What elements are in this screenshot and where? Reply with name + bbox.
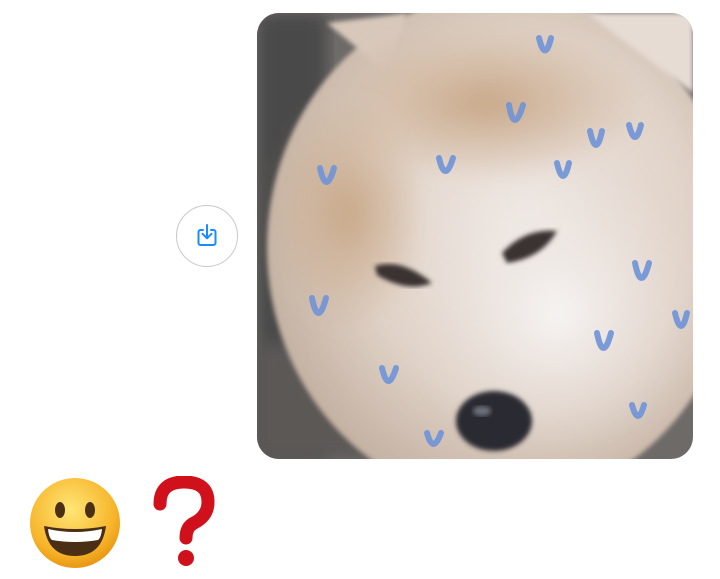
chat-thread bbox=[0, 0, 720, 579]
reply-message bbox=[28, 476, 215, 568]
dog-photo bbox=[257, 13, 693, 459]
grinning-face-icon bbox=[30, 478, 120, 568]
save-to-device-icon bbox=[197, 224, 217, 246]
save-photo-button[interactable] bbox=[176, 205, 238, 267]
message-photo[interactable] bbox=[257, 13, 693, 459]
red-question-mark-icon bbox=[153, 476, 215, 566]
